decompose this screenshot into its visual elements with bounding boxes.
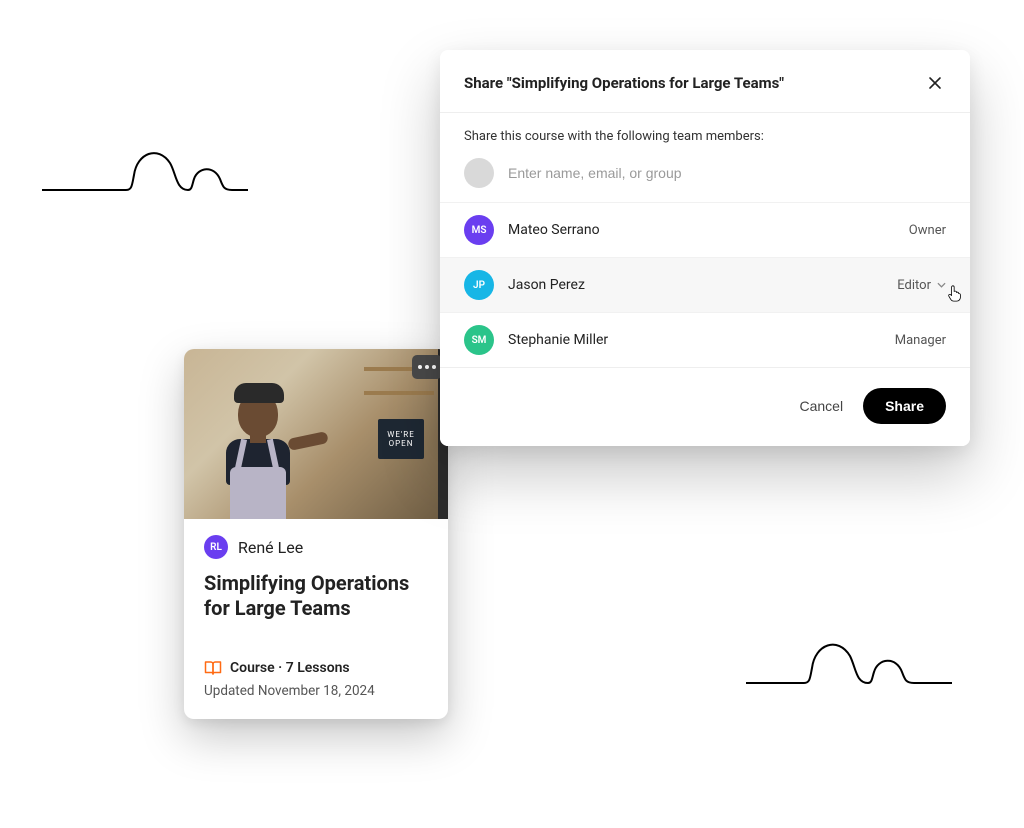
course-title: Simplifying Operations for Large Teams — [204, 571, 428, 621]
course-updated: Updated November 18, 2024 — [204, 683, 428, 699]
course-card-image: WE'RE OPEN — [184, 349, 448, 519]
member-avatar: SM — [464, 325, 494, 355]
cursor-hand-icon — [946, 284, 962, 302]
member-row[interactable]: JP Jason Perez Editor — [440, 257, 970, 312]
course-meta-text: Course · 7 Lessons — [230, 660, 350, 676]
course-meta: Course · 7 Lessons — [204, 659, 428, 677]
placeholder-avatar — [464, 158, 494, 188]
share-button[interactable]: Share — [863, 388, 946, 424]
chevron-down-icon — [937, 282, 946, 288]
member-list: MS Mateo Serrano Owner JP Jason Perez Ed… — [440, 148, 970, 367]
close-button[interactable] — [924, 72, 946, 94]
member-row[interactable]: MS Mateo Serrano Owner — [440, 202, 970, 257]
member-avatar: MS — [464, 215, 494, 245]
book-open-icon — [204, 659, 222, 677]
cancel-button[interactable]: Cancel — [799, 398, 843, 414]
dialog-title: Share "Simplifying Operations for Large … — [464, 74, 784, 92]
member-row[interactable]: SM Stephanie Miller Manager — [440, 312, 970, 367]
course-author: RL René Lee — [204, 535, 428, 559]
member-role[interactable]: Manager — [895, 333, 946, 348]
card-more-button[interactable] — [412, 355, 442, 379]
member-name: Stephanie Miller — [508, 332, 881, 348]
close-icon — [928, 76, 942, 90]
decorative-squiggle — [40, 135, 250, 205]
open-sign: WE'RE OPEN — [378, 419, 424, 459]
author-avatar: RL — [204, 535, 228, 559]
add-member-input[interactable] — [508, 165, 946, 181]
add-member-row[interactable] — [440, 148, 970, 202]
decorative-squiggle — [744, 628, 954, 698]
member-name: Jason Perez — [508, 277, 883, 293]
member-avatar: JP — [464, 270, 494, 300]
member-role-dropdown[interactable]: Editor — [897, 278, 946, 293]
dialog-subtitle: Share this course with the following tea… — [440, 113, 970, 148]
author-name: René Lee — [238, 538, 303, 557]
course-card[interactable]: WE'RE OPEN RL René Lee Simplifying Opera… — [184, 349, 448, 719]
member-role[interactable]: Owner — [909, 223, 946, 238]
share-dialog: Share "Simplifying Operations for Large … — [440, 50, 970, 446]
member-name: Mateo Serrano — [508, 222, 895, 238]
